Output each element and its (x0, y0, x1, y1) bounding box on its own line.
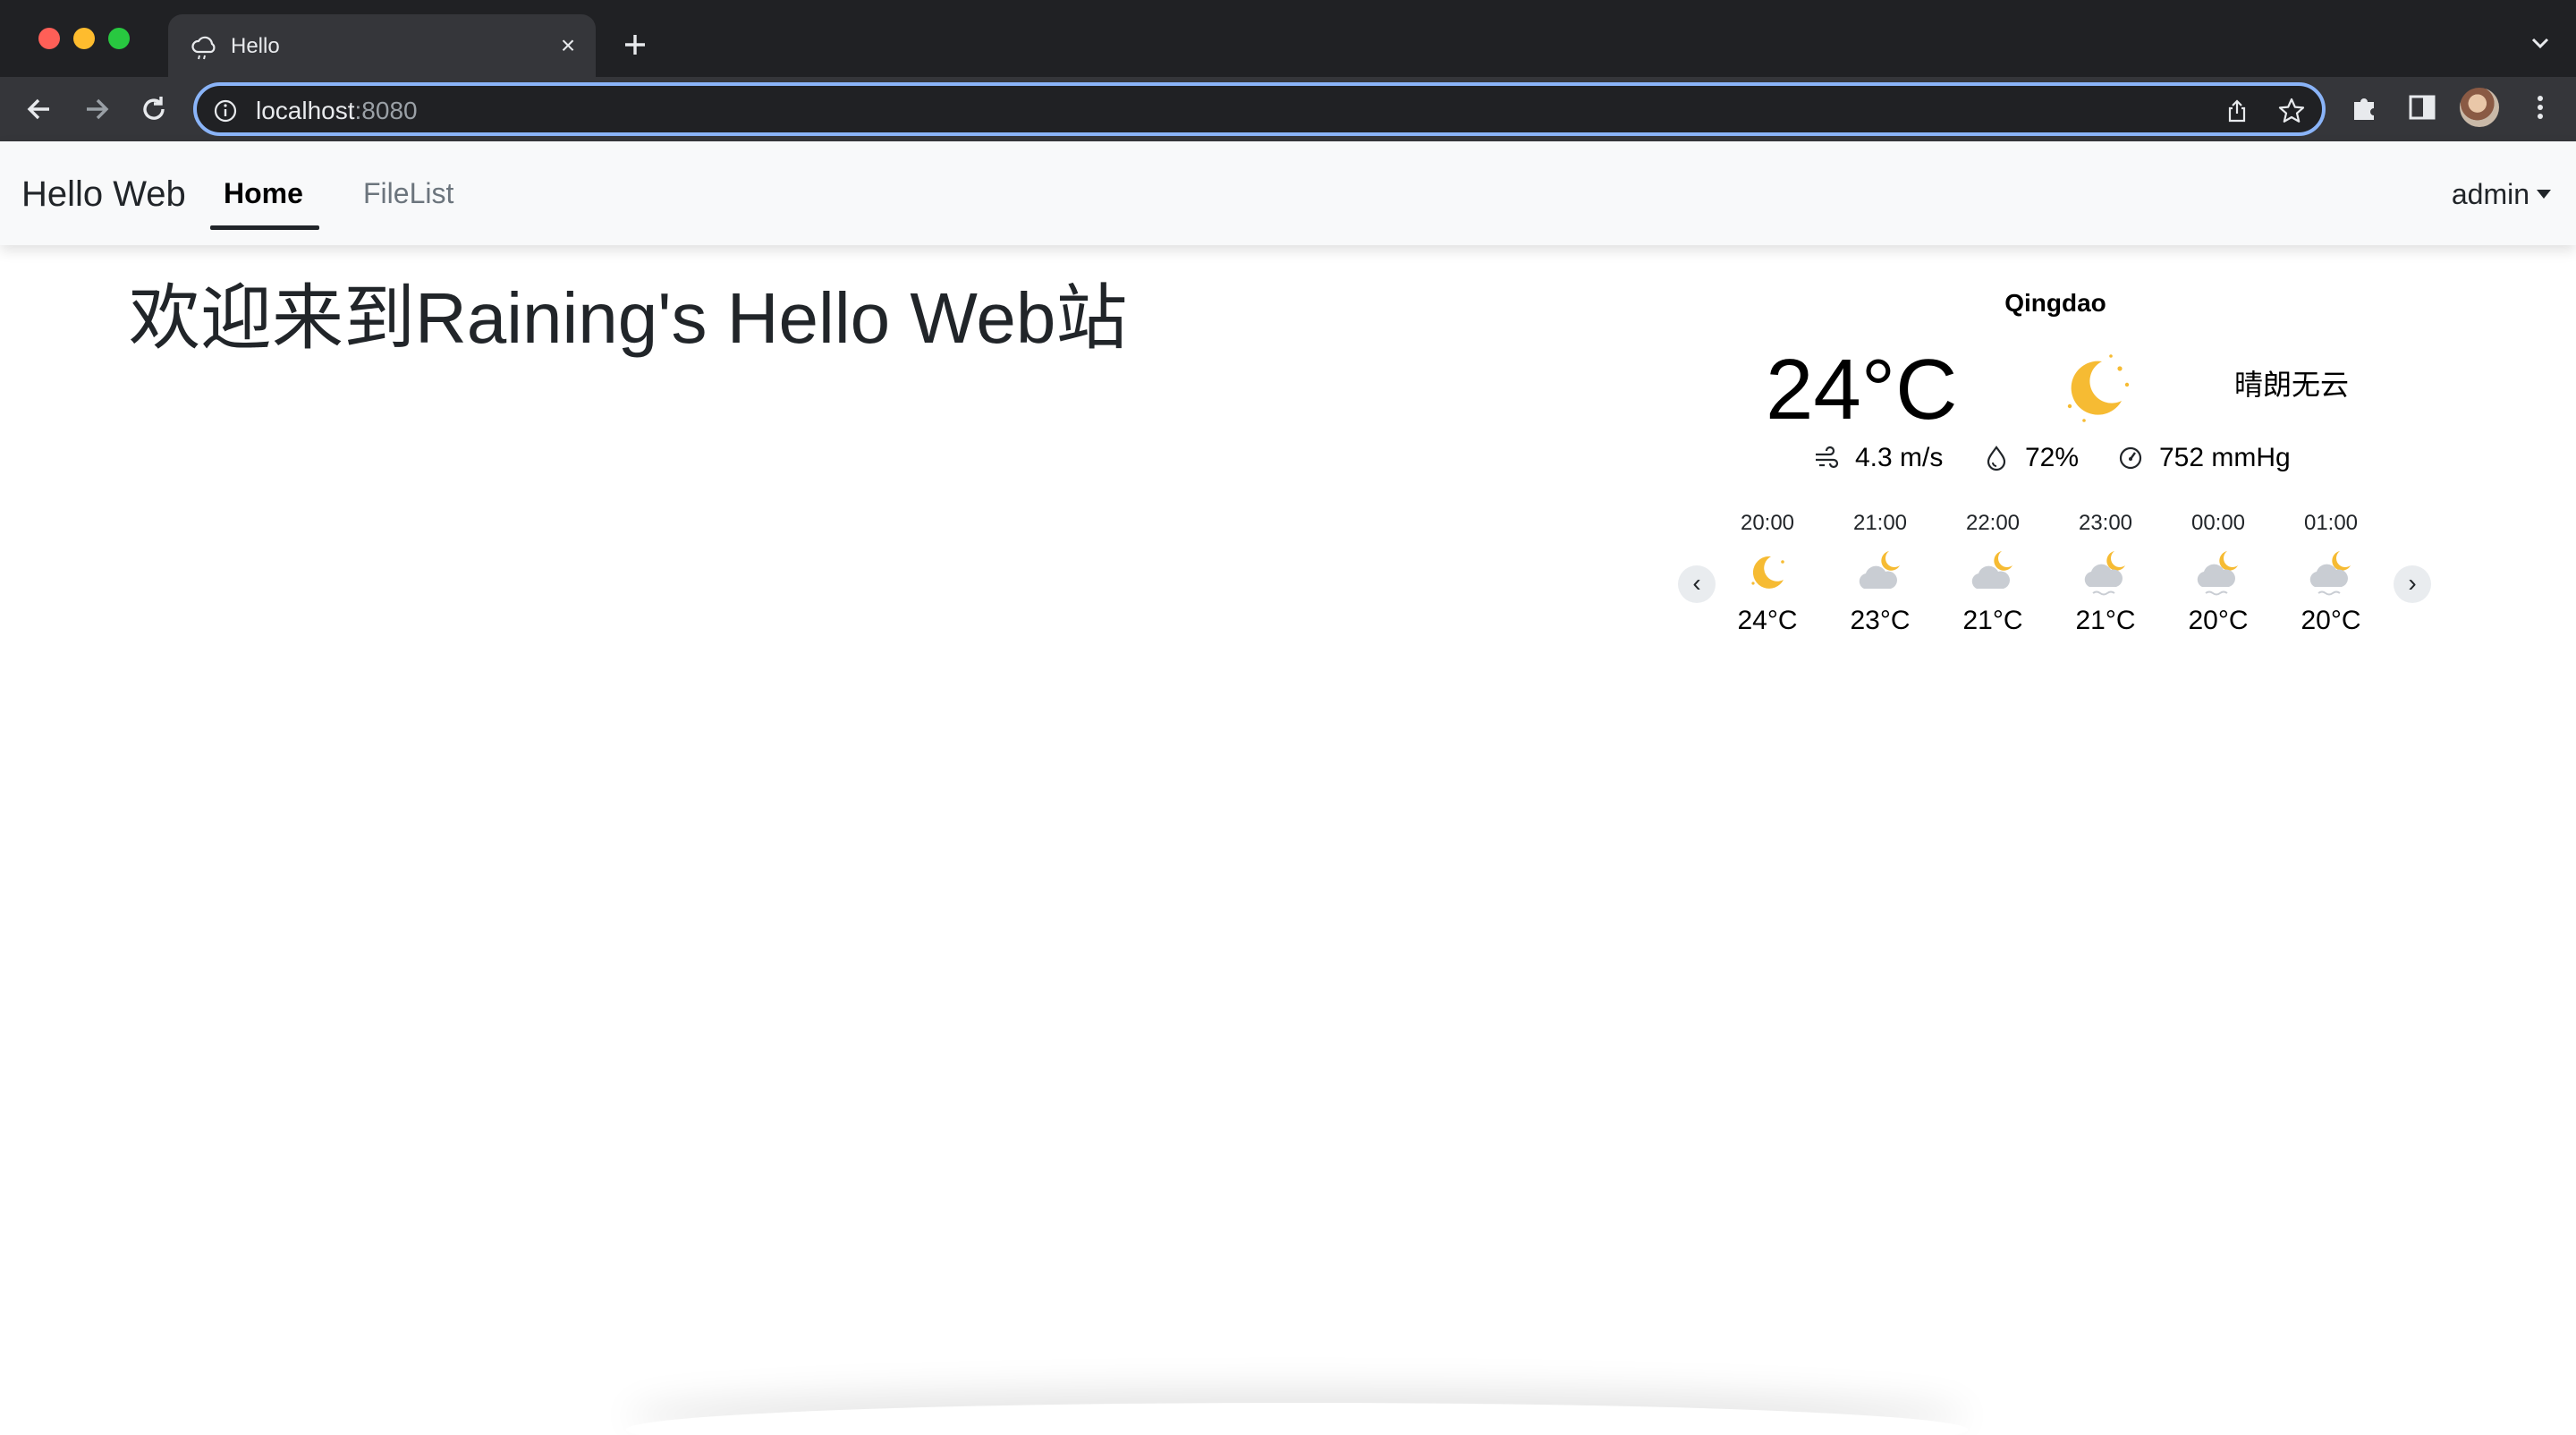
forecast-time: 23:00 (2078, 511, 2133, 535)
close-tab-icon[interactable]: × (555, 32, 581, 59)
forecast-hour: 01:00 20°C (2282, 510, 2380, 662)
cloud-moon-fog-icon (2197, 551, 2238, 596)
current-temperature: 24°C (1766, 342, 1958, 437)
more-menu-icon[interactable] (2524, 91, 2556, 123)
forecast-time: 20:00 (1740, 511, 1795, 535)
forecast-temperature: 24°C (1737, 606, 1798, 635)
active-nav-indicator (210, 225, 319, 230)
share-icon[interactable] (2224, 98, 2250, 124)
weather-widget: Qingdao 24°C 晴朗无云 4.3 m/s 72% 752 mmHg ‹… (1662, 274, 2449, 660)
moon-icon (1751, 556, 1784, 589)
side-panel-icon[interactable] (2406, 91, 2438, 123)
forecast-temperature: 23°C (1850, 606, 1911, 635)
page-title: 欢迎来到Raining's Hello Web站 (129, 278, 1128, 358)
profile-avatar[interactable] (2460, 88, 2499, 127)
droplet-icon (1987, 446, 2006, 471)
cloud-moon-icon (1859, 551, 1900, 589)
forecast-hour: 21:00 23°C (1831, 510, 1929, 662)
forecast-prev-button[interactable]: ‹ (1678, 565, 1716, 603)
gauge-icon (2119, 446, 2142, 470)
url-port: :8080 (354, 97, 418, 124)
wind-speed-value: 4.3 m/s (1855, 443, 1944, 472)
forecast-temperature: 20°C (2188, 606, 2249, 635)
caret-down-icon[interactable] (2537, 190, 2551, 199)
humidity-value: 72% (2025, 443, 2080, 472)
forward-arrow-icon[interactable] (79, 91, 114, 127)
browser-tab-bar: Hello × (0, 0, 2576, 77)
cloud-moon-icon (1971, 551, 2012, 589)
bottom-edge-shadow (626, 1403, 1968, 1435)
weather-city: Qingdao (2004, 289, 2106, 317)
site-brand[interactable]: Hello Web (21, 173, 186, 216)
minimize-window-button[interactable] (73, 28, 95, 49)
forecast-hour: 23:00 21°C (2056, 510, 2155, 662)
reload-icon[interactable] (136, 91, 172, 127)
info-icon[interactable] (213, 98, 238, 123)
cloud-moon-fog-icon (2084, 551, 2125, 596)
forecast-temperature: 21°C (1962, 606, 2023, 635)
browser-toolbar: localhost:8080 (0, 77, 2576, 141)
forecast-hour: 22:00 21°C (1944, 510, 2042, 662)
weather-description: 晴朗无云 (2234, 369, 2350, 401)
cloud-rain-icon (191, 36, 216, 60)
extensions-puzzle-icon[interactable] (2349, 91, 2381, 123)
site-navbar: Hello Web Home FileList admin (0, 141, 2576, 245)
forecast-hour: 20:00 24°C (1718, 510, 1817, 662)
maximize-window-button[interactable] (108, 28, 130, 49)
tab-search-chevron-icon[interactable] (2528, 30, 2553, 55)
forecast-time: 21:00 (1852, 511, 1908, 535)
nav-link-home[interactable]: Home (224, 174, 303, 213)
bookmark-star-icon[interactable] (2277, 97, 2306, 125)
address-bar[interactable]: localhost:8080 (193, 82, 2326, 136)
new-tab-icon[interactable] (617, 27, 653, 63)
cloud-moon-fog-icon (2309, 551, 2351, 596)
moon-icon (2067, 354, 2130, 422)
close-window-button[interactable] (38, 28, 60, 49)
forecast-time: 22:00 (1965, 511, 2021, 535)
url-host: localhost (256, 97, 355, 124)
forecast-hour: 00:00 20°C (2169, 510, 2267, 662)
tab-title: Hello (231, 34, 280, 58)
user-dropdown[interactable]: admin (2452, 174, 2529, 214)
browser-tab[interactable]: Hello × (168, 14, 596, 77)
forecast-temperature: 20°C (2301, 606, 2361, 635)
forecast-time: 00:00 (2190, 511, 2246, 535)
forecast-temperature: 21°C (2075, 606, 2136, 635)
url-text: localhost:8080 (256, 96, 418, 126)
pressure-value: 752 mmHg (2159, 443, 2291, 472)
back-arrow-icon[interactable] (21, 91, 57, 127)
forecast-next-button[interactable]: › (2394, 565, 2431, 603)
forecast-time: 01:00 (2303, 511, 2359, 535)
nav-link-filelist[interactable]: FileList (363, 174, 453, 213)
wind-icon (1816, 446, 1839, 469)
